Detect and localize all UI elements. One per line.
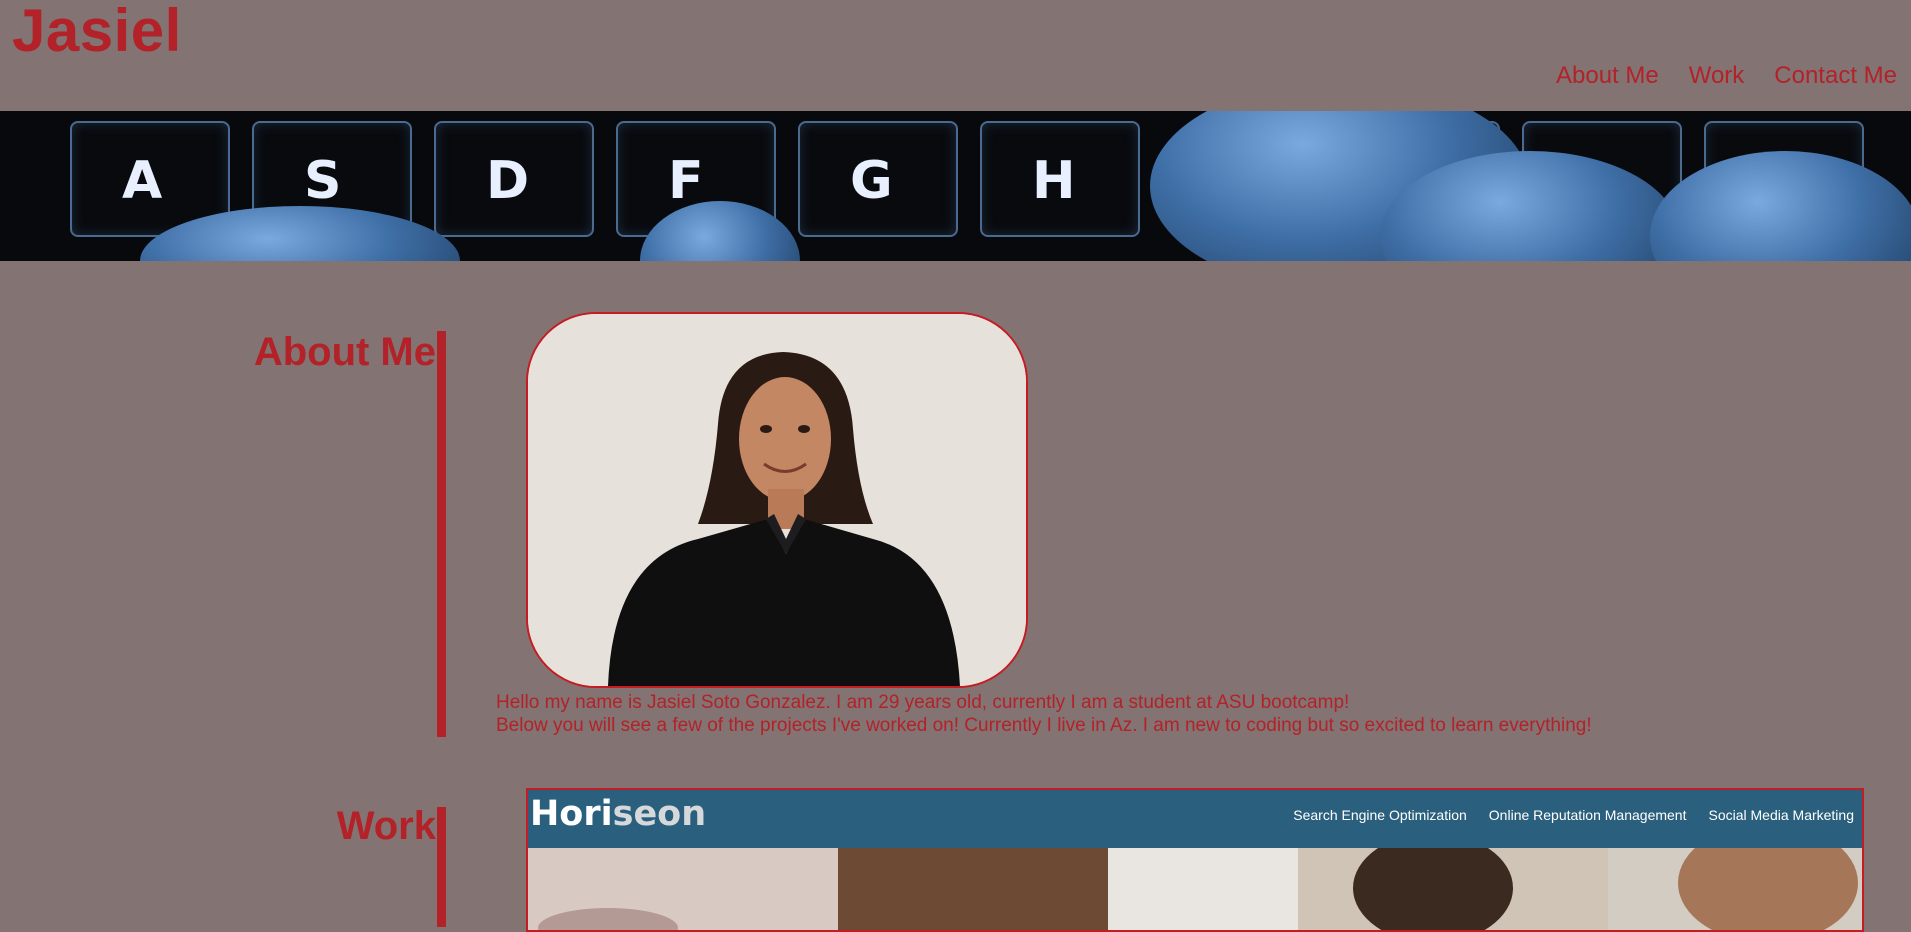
banner-key: D [434,121,594,237]
project-nav-item: Social Media Marketing [1708,807,1854,823]
project-preview-nav: Search Engine Optimization Online Reputa… [1293,807,1854,823]
banner-key: G [798,121,958,237]
site-title: Jasiel [12,0,182,64]
about-text-line: Hello my name is Jasiel Soto Gonzalez. I… [496,692,1350,713]
nav-link-contact-me[interactable]: Contact Me [1774,62,1897,90]
about-me-heading: About Me [253,330,436,374]
project-preview-photo [528,848,1862,930]
project-logo: Horiseon [530,794,707,834]
finger-shape [1650,151,1911,261]
work-heading: Work [336,804,436,848]
work-divider [437,807,446,927]
main-nav: About Me Work Contact Me [1556,62,1897,90]
banner-key: H [980,121,1140,237]
project-preview-header: Horiseon Search Engine Optimization Onli… [528,790,1862,848]
about-divider [437,331,446,737]
nav-link-about-me[interactable]: About Me [1556,62,1659,90]
about-text-line: Below you will see a few of the projects… [496,715,1592,736]
project-nav-item: Search Engine Optimization [1293,807,1467,823]
keyboard-banner-image: A S D F G H K [0,111,1911,261]
portrait-illustration [528,314,1026,686]
project-nav-item: Online Reputation Management [1488,807,1687,823]
nav-link-work[interactable]: Work [1689,62,1745,90]
project-card-horiseon[interactable]: Horiseon Search Engine Optimization Onli… [526,788,1864,932]
profile-photo [526,312,1028,688]
about-description: Hello my name is Jasiel Soto Gonzalez. I… [496,691,1592,737]
